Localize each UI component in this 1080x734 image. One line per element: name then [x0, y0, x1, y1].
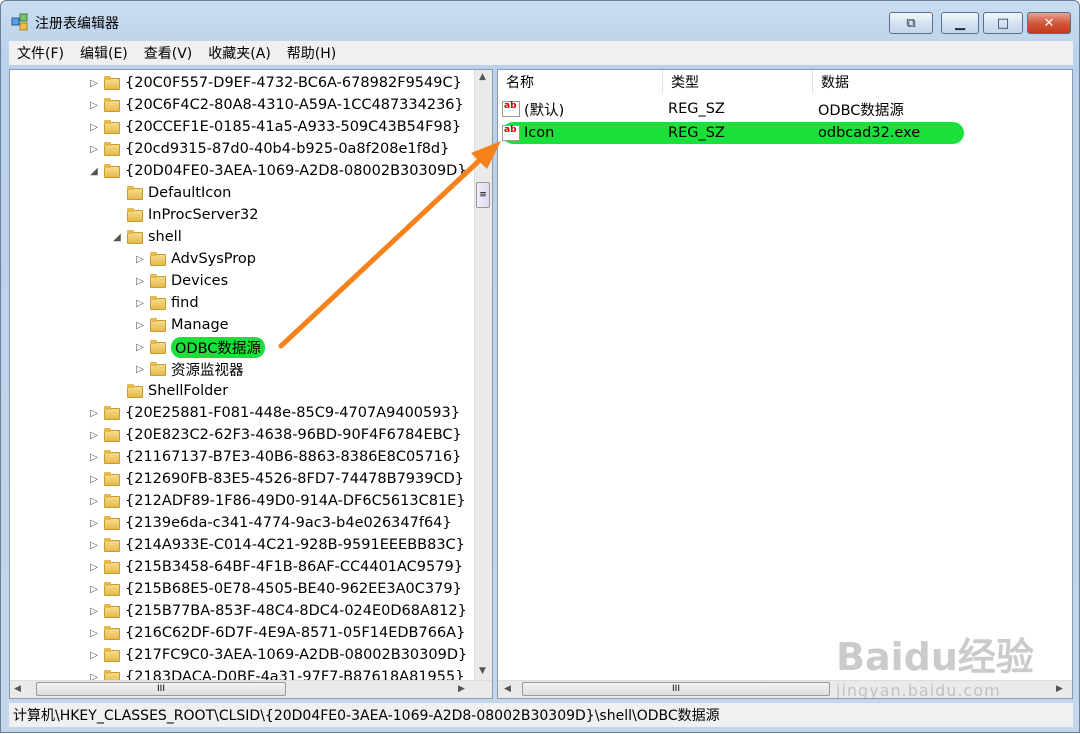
registry-editor-window: 注册表编辑器 ⧉ ▁ □ ✕ 文件(F) 编辑(E) 查看(V) 收藏夹(A) … [0, 0, 1080, 733]
annotation-arrow [278, 141, 501, 349]
